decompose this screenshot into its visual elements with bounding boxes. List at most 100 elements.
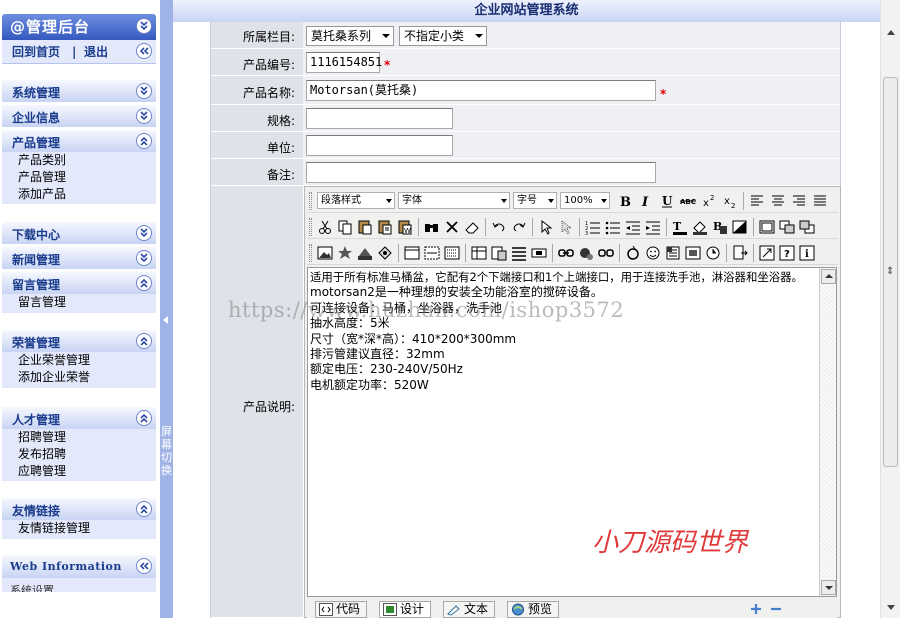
tab-preview[interactable]: 预览 <box>507 601 560 618</box>
align-justify-icon[interactable] <box>811 192 829 210</box>
tab-design[interactable]: 设计 <box>379 601 432 618</box>
sidebar-item-add-product[interactable]: 添加产品 <box>2 186 156 203</box>
collapse-icon[interactable] <box>136 133 152 149</box>
group-company[interactable]: 企业信息 <box>2 104 156 127</box>
product-name-input[interactable]: Motorsan(莫托桑) <box>306 80 656 101</box>
sidebar-item-recruit-manage[interactable]: 招聘管理 <box>2 429 156 446</box>
paste-text-icon[interactable] <box>376 218 394 236</box>
collapse-icon[interactable] <box>136 333 152 349</box>
zoom-select[interactable]: 100% <box>560 192 610 209</box>
unit-input[interactable] <box>306 135 453 156</box>
strikethrough-icon[interactable]: ABC <box>679 192 697 210</box>
expand-icon[interactable] <box>136 83 152 99</box>
group-products[interactable]: 产品管理 <box>2 129 156 152</box>
underline-icon[interactable]: U <box>658 192 676 210</box>
group-links[interactable]: 友情链接 <box>2 497 156 520</box>
sidebar-item-links-manage[interactable]: 友情链接管理 <box>2 520 156 537</box>
bold-icon[interactable]: B <box>616 192 634 210</box>
find-icon[interactable] <box>423 218 441 236</box>
expand-icon[interactable] <box>136 225 152 241</box>
cut-icon[interactable] <box>316 218 334 236</box>
outdent-icon[interactable] <box>624 218 642 236</box>
align-center-icon[interactable] <box>769 192 787 210</box>
insert-link-icon[interactable] <box>557 244 575 262</box>
logout-link[interactable]: 退出 <box>84 40 108 64</box>
category-select[interactable]: 莫托桑系列 <box>306 26 394 46</box>
insert-media-icon[interactable] <box>356 244 374 262</box>
sidebar-item-product-category[interactable]: 产品类别 <box>2 152 156 169</box>
sidebar-item-product-manage[interactable]: 产品管理 <box>2 169 156 186</box>
screen-toggle-label[interactable]: 屏幕切换 <box>160 425 173 477</box>
sidebar-item-add-honor[interactable]: 添加企业荣誉 <box>2 369 156 386</box>
screen-toggle-splitter[interactable]: 屏幕切换 <box>160 0 173 618</box>
align-right-icon[interactable] <box>790 192 808 210</box>
sidebar-item-message-manage[interactable]: 留言管理 <box>2 294 156 311</box>
scroll-down-icon[interactable] <box>887 605 895 610</box>
special-char-icon[interactable] <box>624 244 642 262</box>
block-background-icon[interactable]: B <box>711 218 729 236</box>
spec-input[interactable] <box>306 108 453 129</box>
italic-icon[interactable]: I <box>637 192 655 210</box>
page-scrollbar[interactable]: ⇕ <box>880 0 900 618</box>
background-color-icon[interactable] <box>691 218 709 236</box>
ordered-list-icon[interactable]: 123 <box>584 218 602 236</box>
collapse-icon[interactable] <box>136 558 152 574</box>
subscript-icon[interactable]: x2 <box>721 192 739 210</box>
absolute-position-icon[interactable] <box>557 218 575 236</box>
collapse-icon[interactable] <box>136 275 152 291</box>
indent-icon[interactable] <box>644 218 662 236</box>
insert-date-icon[interactable] <box>684 244 702 262</box>
paragraph-style-select[interactable]: 段落样式 <box>317 192 395 209</box>
insert-flash-icon[interactable] <box>336 244 354 262</box>
sidebar-item-applicant-manage[interactable]: 应聘管理 <box>2 463 156 480</box>
delete-icon[interactable] <box>443 218 461 236</box>
remark-input[interactable] <box>306 162 656 183</box>
home-link[interactable]: 回到首页 <box>12 40 60 64</box>
insert-row-icon[interactable] <box>510 244 528 262</box>
insert-column-icon[interactable] <box>530 244 548 262</box>
redo-icon[interactable] <box>510 218 528 236</box>
group-downloads[interactable]: 下载中心 <box>2 221 156 244</box>
unordered-list-icon[interactable] <box>604 218 622 236</box>
font-size-select[interactable]: 字号 <box>513 192 557 209</box>
sidebar-item-honor-manage[interactable]: 企业荣誉管理 <box>2 352 156 369</box>
copy-icon[interactable] <box>336 218 354 236</box>
group-honors[interactable]: 荣誉管理 <box>2 329 156 352</box>
layer-front-icon[interactable] <box>798 218 816 236</box>
layer-back-icon[interactable] <box>778 218 796 236</box>
insert-marquee-icon[interactable] <box>443 244 461 262</box>
insert-file-icon[interactable] <box>376 244 394 262</box>
about-icon[interactable]: i <box>798 244 816 262</box>
group-talent[interactable]: 人才管理 <box>2 406 156 429</box>
insert-image-icon[interactable] <box>316 244 334 262</box>
product-code-input[interactable]: 1116154851 <box>306 52 382 73</box>
maximize-icon[interactable] <box>758 244 776 262</box>
expand-icon[interactable] <box>136 250 152 266</box>
tab-text[interactable]: 文本 <box>443 601 496 618</box>
paste-icon[interactable] <box>356 218 374 236</box>
scroll-down-icon[interactable] <box>821 580 836 595</box>
nav-collapse-icon[interactable] <box>136 43 152 59</box>
font-color-icon[interactable]: T <box>671 218 689 236</box>
scroll-up-icon[interactable] <box>887 30 895 35</box>
insert-anchor-icon[interactable] <box>577 244 595 262</box>
insert-code-icon[interactable] <box>664 244 682 262</box>
border-icon[interactable] <box>758 218 776 236</box>
insert-table-icon[interactable] <box>470 244 488 262</box>
group-system[interactable]: 系统管理 <box>2 79 156 102</box>
emoticon-icon[interactable] <box>644 244 662 262</box>
collapse-icon[interactable] <box>136 501 152 517</box>
expand-editor-icon[interactable] <box>749 602 763 618</box>
sidebar-item-post-recruit[interactable]: 发布招聘 <box>2 446 156 463</box>
table-properties-icon[interactable] <box>490 244 508 262</box>
group-news[interactable]: 新闻管理 <box>2 246 156 269</box>
collapse-all-icon[interactable] <box>136 18 152 34</box>
font-select[interactable]: 字体 <box>398 192 510 209</box>
tab-code[interactable]: 代码 <box>315 601 368 618</box>
shrink-editor-icon[interactable] <box>769 602 783 618</box>
collapse-arrow-icon[interactable] <box>163 316 168 324</box>
eraser-icon[interactable] <box>463 218 481 236</box>
help-icon[interactable]: ? <box>778 244 796 262</box>
expand-icon[interactable] <box>136 108 152 124</box>
import-icon[interactable] <box>731 244 749 262</box>
